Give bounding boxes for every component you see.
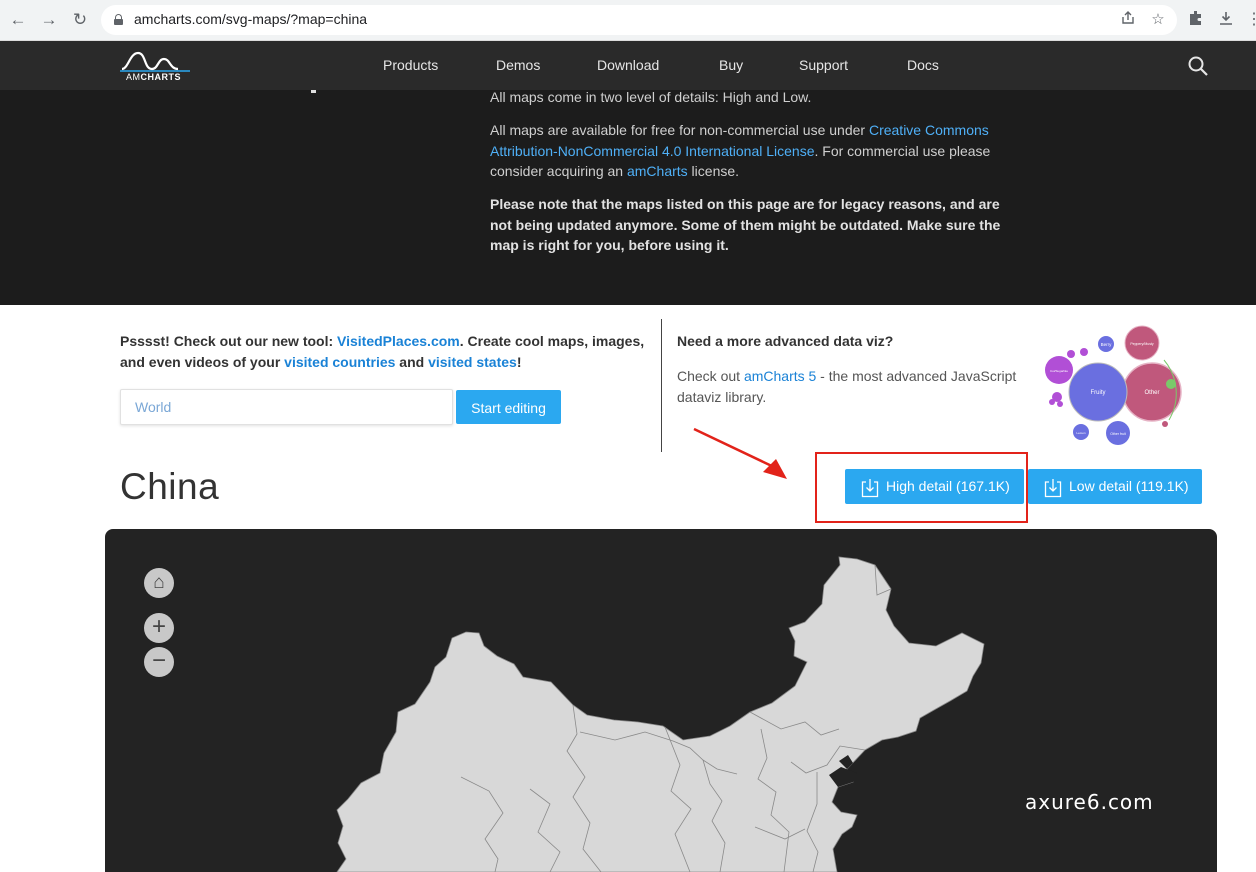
amcharts5-link[interactable]: amCharts 5 (744, 368, 816, 384)
bubble-label-cut: Cut/Sugarlike (1050, 369, 1068, 373)
bubble-label-berry: Berry (1101, 342, 1113, 347)
annotation-arrow (693, 427, 787, 479)
nav-docs[interactable]: Docs (907, 57, 939, 73)
bubble-label-peppery: Peppery/Musty (1130, 342, 1154, 346)
back-arrow-icon[interactable]: ← (8, 10, 28, 30)
hero-paragraph-license: All maps are available for free for non-… (490, 122, 991, 179)
advanced-viz-text: Check out amCharts 5 - the most advanced… (677, 368, 1017, 405)
page-title: China (120, 466, 220, 507)
bubble-chart-thumbnail[interactable]: Fruity Other Berry Peppery/Musty Other f… (1038, 322, 1182, 450)
amcharts-license-link[interactable]: amCharts (627, 163, 688, 179)
menu-icon[interactable]: ⋮ (1246, 10, 1256, 30)
divider (661, 319, 662, 452)
heading-fragment (311, 90, 316, 93)
forward-arrow-icon[interactable]: → (39, 10, 59, 30)
bubble-label-other: Other (1144, 390, 1159, 396)
hero-paragraph-legacy-note: Please note that the maps listed on this… (490, 196, 1001, 253)
bookmark-star-icon[interactable]: ☆ (1148, 10, 1168, 30)
amcharts-logo[interactable]: AMCHARTS (118, 49, 194, 85)
nav-demos[interactable]: Demos (496, 57, 540, 73)
low-detail-label: Low detail (119.1K) (1069, 478, 1189, 494)
visited-states-link[interactable]: visited states (428, 354, 517, 370)
nav-download[interactable]: Download (597, 57, 659, 73)
bubble-label-lemon: Lemon (1076, 431, 1086, 435)
url-text[interactable]: amcharts.com/svg-maps/?map=china (134, 11, 367, 27)
share-icon[interactable] (1118, 10, 1138, 30)
map-name-input[interactable] (120, 389, 453, 425)
nav-buy[interactable]: Buy (719, 57, 743, 73)
hero-paragraph-levels: All maps come in two level of details: H… (490, 89, 812, 105)
visitedplaces-promo: Psssst! Check out our new tool: VisitedP… (120, 333, 645, 370)
bubble-label-other-fruit: Other fruit (1110, 432, 1126, 436)
start-editing-button[interactable]: Start editing (456, 390, 561, 424)
china-map-viewer[interactable]: ⌂ + − (105, 529, 1217, 872)
address-bar[interactable]: amcharts.com/svg-maps/?map=china ☆ (101, 5, 1177, 35)
nav-products[interactable]: Products (383, 57, 438, 73)
bubble-label-fruity: Fruity (1091, 390, 1106, 396)
watermark-text: axure6.com (1025, 790, 1154, 814)
reload-icon[interactable]: ↻ (70, 10, 90, 30)
download-icon[interactable] (1216, 10, 1236, 30)
extensions-icon[interactable] (1186, 10, 1206, 30)
low-detail-download-button[interactable]: Low detail (119.1K) (1028, 469, 1202, 504)
browser-toolbar: ← → ↻ amcharts.com/svg-maps/?map=china ☆… (0, 0, 1256, 41)
download-icon (1044, 476, 1062, 498)
visitedplaces-link[interactable]: VisitedPlaces.com (337, 333, 460, 349)
nav-support[interactable]: Support (799, 57, 848, 73)
lock-icon[interactable] (114, 14, 123, 25)
annotation-highlight-box (815, 452, 1028, 523)
site-navbar: AMCHARTS Products Demos Download Buy Sup… (0, 41, 1256, 90)
search-icon[interactable] (1187, 55, 1209, 77)
hero-section: All maps come in two level of details: H… (0, 89, 1256, 305)
visited-countries-link[interactable]: visited countries (284, 354, 395, 370)
advanced-viz-title: Need a more advanced data viz? (677, 333, 894, 349)
china-map-shape[interactable] (105, 529, 1217, 872)
